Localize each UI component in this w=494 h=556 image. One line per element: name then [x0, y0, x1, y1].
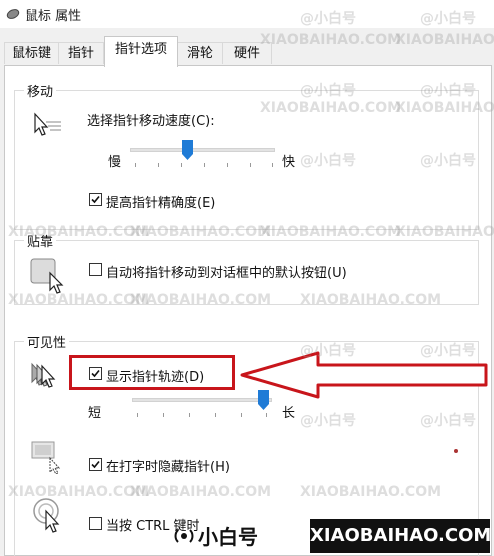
- speed-tick: [181, 163, 182, 167]
- trails-checkbox[interactable]: [89, 367, 102, 380]
- pointer-trails-icon: [31, 362, 56, 388]
- trails-label: 显示指针轨迹(D): [106, 370, 205, 385]
- snap-to-icon: [30, 258, 64, 294]
- short-label: 短: [88, 406, 102, 421]
- speed-slider-thumb[interactable]: [182, 140, 193, 160]
- watermark: XIAOBAIHAO.COM: [260, 32, 402, 48]
- tab-mouse-buttons[interactable]: 鼠标键: [4, 42, 59, 64]
- snap-label: 自动将指针移动到对话框中的默认按钮(U): [106, 266, 347, 281]
- trail-tick: [215, 413, 216, 417]
- long-label: 长: [282, 406, 296, 421]
- speed-tick: [135, 163, 136, 167]
- trail-tick: [266, 413, 267, 417]
- pointer-speed-icon: [34, 112, 61, 136]
- red-arrow-icon: [240, 351, 488, 399]
- slow-label: 慢: [108, 155, 122, 170]
- fast-label: 快: [282, 155, 296, 170]
- dot: [454, 449, 458, 453]
- brand-name: 小白号: [198, 525, 258, 549]
- tab-hardware[interactable]: 硬件: [222, 42, 272, 64]
- tab-pointer-options[interactable]: 指针选项: [104, 36, 178, 67]
- speed-tick: [227, 163, 228, 167]
- hide-while-typing-icon: [31, 441, 61, 474]
- check-icon: [91, 369, 100, 378]
- speed-label: 选择指针移动速度(C):: [87, 114, 215, 129]
- snap-checkbox[interactable]: [89, 263, 102, 276]
- trail-tick: [189, 413, 190, 417]
- speed-tick: [158, 163, 159, 167]
- speed-tick: [272, 163, 273, 167]
- precision-checkbox[interactable]: [89, 193, 102, 206]
- speed-slider-track[interactable]: [130, 148, 275, 152]
- tab-wheel[interactable]: 滑轮: [177, 42, 223, 64]
- tab-pointers[interactable]: 指针: [58, 42, 104, 64]
- motion-group-title: 移动: [24, 81, 57, 100]
- precision-label: 提高指针精确度(E): [106, 196, 216, 211]
- ctrl-checkbox[interactable]: [89, 517, 102, 530]
- trail-tick: [163, 413, 164, 417]
- ctrl-locate-icon: [33, 498, 60, 533]
- trail-tick: [241, 413, 242, 417]
- trail-length-slider-track[interactable]: [132, 398, 272, 402]
- mouse-icon: [6, 9, 20, 19]
- watermark: XIAOBAIHAO.COM: [395, 32, 494, 48]
- trail-tick: [137, 413, 138, 417]
- trail-length-slider-thumb[interactable]: [258, 390, 269, 410]
- check-icon: [91, 460, 100, 469]
- visibility-group-title: 可见性: [24, 332, 70, 351]
- signal-icon: [174, 529, 194, 543]
- speed-tick: [250, 163, 251, 167]
- speed-tick: [204, 163, 205, 167]
- hide-checkbox[interactable]: [89, 458, 102, 471]
- brand-domain: XIAOBAIHAO.COM: [310, 519, 491, 553]
- hide-label: 在打字时隐藏指针(H): [106, 460, 230, 475]
- check-icon: [91, 195, 100, 204]
- motion-group: [14, 90, 479, 230]
- snap-group-title: 贴靠: [24, 231, 57, 250]
- window-title: 鼠标 属性: [25, 9, 82, 24]
